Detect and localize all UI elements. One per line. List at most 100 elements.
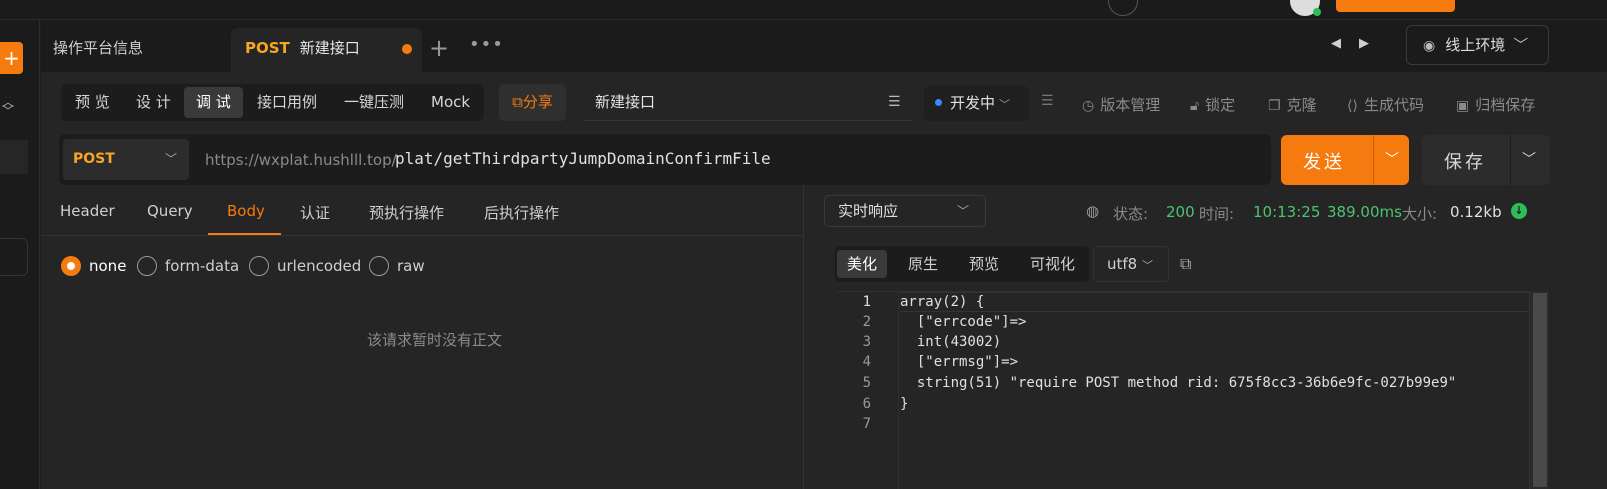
body-type-label: raw [397,257,425,275]
add-icon[interactable]: + [0,42,23,74]
share-icon: ⧉ [512,93,523,111]
generate-code-button[interactable]: ⟨⟩ 生成代码 [1347,94,1424,115]
save-options-chevron-icon[interactable]: ﹀ [1522,149,1536,169]
view-raw[interactable]: 原生 [898,250,948,278]
request-tabs: Header Query Body 认证 预执行操作 后执行操作 [41,190,803,236]
tab-method: POST [245,39,290,57]
collapse-icon[interactable]: ☰ [1041,93,1054,109]
rail-item[interactable] [0,140,28,174]
radio-icon [369,256,389,276]
body-type-urlencoded[interactable]: urlencoded [249,256,361,276]
eye-icon: ◉ [1423,38,1436,54]
tab-query[interactable]: Query [147,202,193,220]
version-management-button[interactable]: ◷ 版本管理 [1082,94,1160,115]
radio-selected-icon [61,256,81,276]
environment-select[interactable]: ◉ 线上环境 ﹀ [1406,25,1549,65]
lock-label: 锁定 [1205,96,1236,114]
online-status-dot [1313,8,1321,16]
help-icon[interactable] [1108,0,1138,16]
response-mode-select[interactable]: 实时响应 ﹀ [824,195,986,227]
view-visualize[interactable]: 可视化 [1020,250,1085,278]
new-tab-icon[interactable]: + [429,34,449,62]
upgrade-button[interactable] [1336,0,1455,12]
mode-design[interactable]: 设 计 [124,87,183,118]
code-line: } [900,396,909,412]
download-icon[interactable]: ↓ [1511,203,1527,219]
method-select[interactable]: POST ﹀ [63,139,189,180]
code-icon: ⟨⟩ [1347,98,1358,114]
tab-title: 新建接口 [299,39,360,57]
tab-new-api[interactable]: POST 新建接口 [231,28,422,72]
scrollbar-thumb[interactable] [1533,293,1547,487]
copy-icon[interactable]: ⧉ [1180,254,1191,274]
response-view-tabs: 美化 原生 预览 可视化 [835,246,1089,282]
more-icon[interactable]: ••• [469,34,504,55]
url-path-input[interactable]: plat/getThirdpartyJumpDomainConfirmFile [395,149,771,168]
expand-collapse-icon[interactable]: ︿ ﹀ [2,96,14,117]
response-size: 0.12kb [1450,203,1502,221]
archive-save-button[interactable]: ▣ 归档保存 [1456,94,1535,115]
method-label: POST [73,151,115,167]
body-type-form-data[interactable]: form-data [137,256,239,276]
share-label: 分享 [522,93,553,111]
encoding-label: utf8 [1107,255,1138,273]
chevron-down-icon: ﹀ [1142,259,1153,272]
tab-next-icon[interactable]: ▶ [1359,36,1369,51]
tab-pre-request[interactable]: 预执行操作 [369,202,444,223]
code-scrollbar[interactable] [1529,291,1549,489]
code-line: ["errcode"]=> [900,314,1027,330]
rail-panel[interactable] [0,238,28,276]
save-button[interactable]: 保存 ﹀ [1422,135,1550,185]
response-duration: 389.00ms [1327,203,1402,221]
line-number: 4 [862,354,871,370]
chevron-down-icon: ﹀ [164,152,177,166]
mode-debug[interactable]: 调 试 [184,87,243,118]
panel-splitter[interactable] [803,185,804,489]
status-code: 200 [1166,203,1195,221]
share-button[interactable]: ⧉分享 [499,84,566,121]
view-preview[interactable]: 预览 [959,250,1009,278]
left-rail: + ︿ ﹀ [0,20,40,489]
body-type-label: form-data [165,257,240,275]
globe-icon: ◍ [1086,202,1100,220]
radio-icon [137,256,157,276]
response-code-editor[interactable]: 1 2 3 4 5 6 7 array(2) { ["errcode"]=> i… [835,291,1549,489]
mode-test-cases[interactable]: 接口用例 [245,87,329,118]
chevron-down-icon: ﹀ [999,98,1011,111]
status-select[interactable]: 开发中 ﹀ [924,86,1029,121]
mode-mock[interactable]: Mock [419,87,482,118]
clone-icon: ❐ [1268,98,1281,114]
tab-platform-info[interactable]: 操作平台信息 [53,28,143,72]
status-label: 开发中 [950,94,996,112]
send-button[interactable]: 发送 ﹀ [1281,135,1409,185]
body-type-raw[interactable]: raw [369,256,425,276]
mode-switcher: 预 览 设 计 调 试 接口用例 一键压测 Mock [61,84,484,121]
mode-preview[interactable]: 预 览 [63,87,122,118]
view-pretty[interactable]: 美化 [837,250,888,278]
line-number: 5 [862,375,871,391]
send-options-chevron-icon[interactable]: ﹀ [1385,149,1399,169]
api-name-input[interactable]: 新建接口 [583,84,913,121]
body-type-none[interactable]: none [61,256,126,276]
mode-load-test[interactable]: 一键压测 [332,87,416,118]
line-number: 1 [862,294,871,310]
save-label: 保存 [1444,152,1486,173]
lock-button[interactable]: 🔓︎ 锁定 [1190,94,1235,115]
code-line: int(43002) [900,334,1002,350]
version-management-label: 版本管理 [1100,96,1161,114]
encoding-select[interactable]: utf8 ﹀ [1093,246,1169,282]
tab-post-request[interactable]: 后执行操作 [484,202,559,223]
active-tab-indicator [208,233,281,235]
chevron-down-icon: ﹀ [956,204,969,218]
archive-save-label: 归档保存 [1475,96,1536,114]
edit-list-icon[interactable]: ☰ [888,94,901,110]
clone-button[interactable]: ❐ 克隆 [1268,94,1317,115]
tab-body[interactable]: Body [227,202,265,220]
tab-header[interactable]: Header [60,202,115,220]
lock-icon: 🔓︎ [1190,98,1200,114]
unsaved-dot-icon [402,44,412,54]
tab-auth[interactable]: 认证 [300,202,330,223]
tab-prev-icon[interactable]: ◀ [1331,36,1341,51]
body-type-label: none [89,257,127,275]
generate-code-label: 生成代码 [1363,96,1424,114]
